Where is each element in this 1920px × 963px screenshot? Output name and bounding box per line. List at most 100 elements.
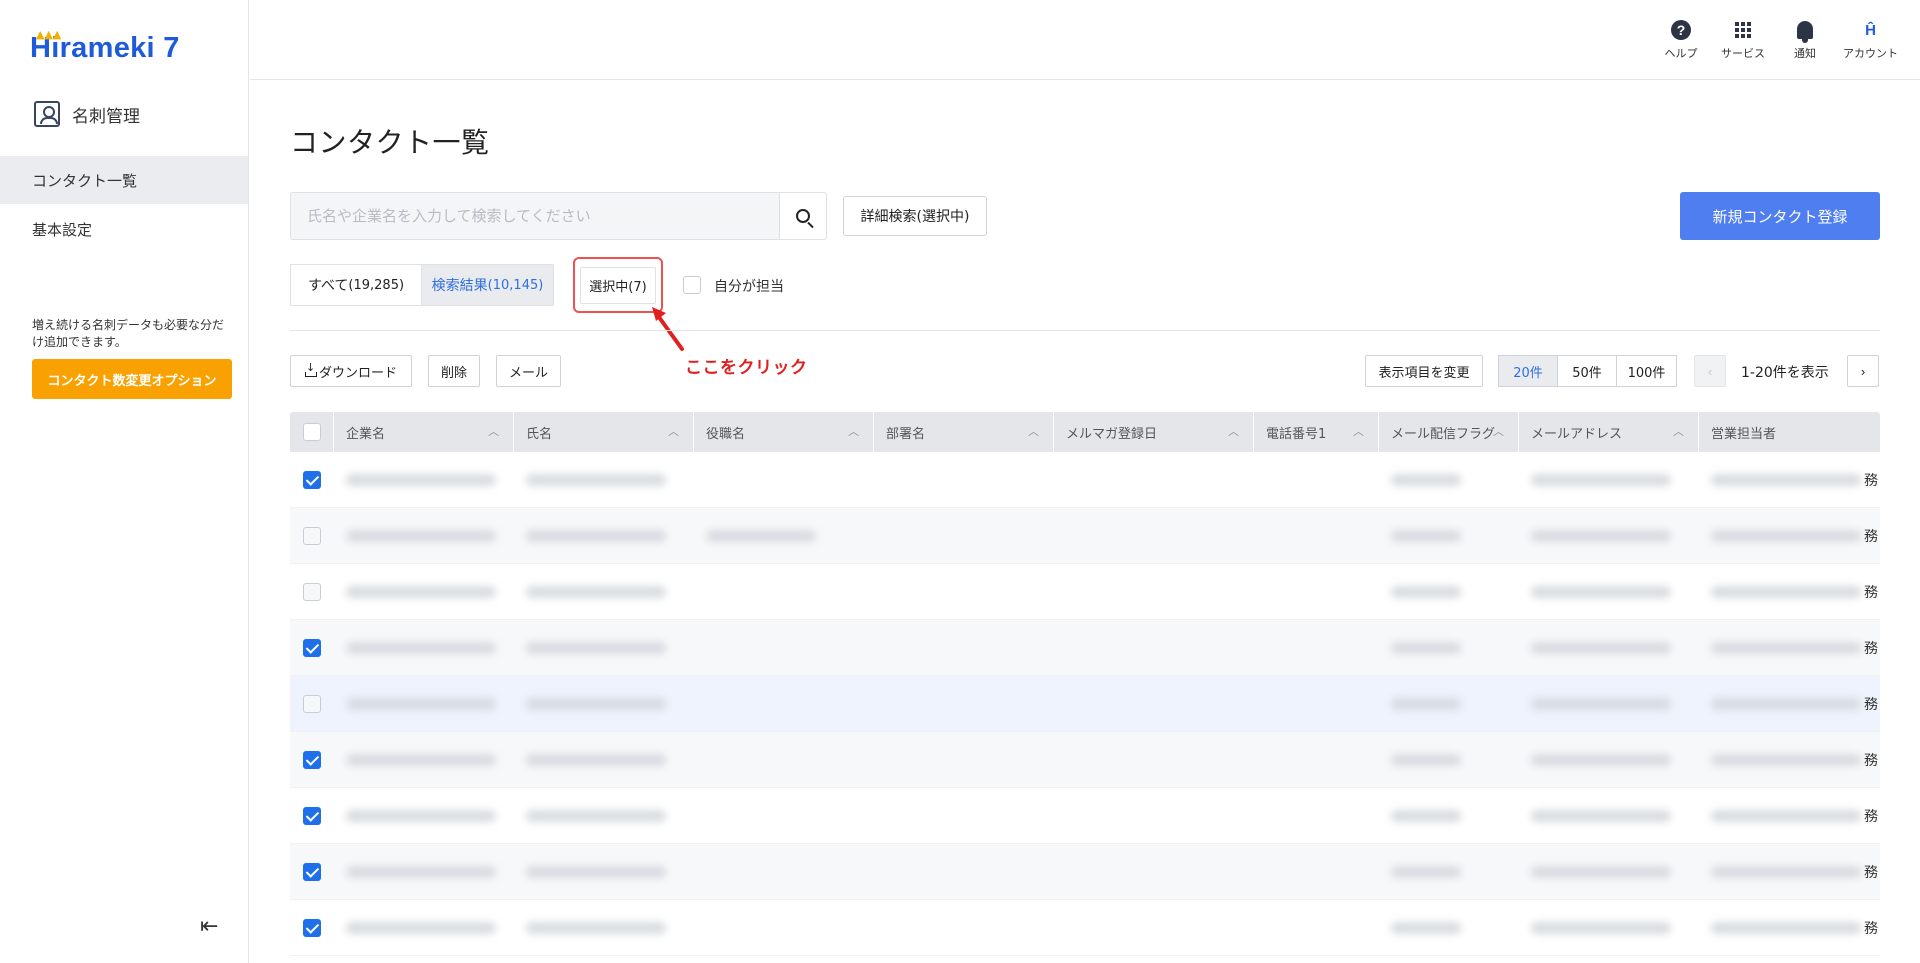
column-header-title[interactable]: 役職名 ︿ bbox=[694, 412, 874, 452]
blurred-cell bbox=[334, 732, 514, 788]
account-button[interactable]: Ĥ アカウント bbox=[1843, 18, 1898, 61]
table-row[interactable]: 務 bbox=[290, 620, 1880, 676]
table-row[interactable]: 務 bbox=[290, 732, 1880, 788]
blurred-cell bbox=[1054, 844, 1254, 900]
blurred-cell bbox=[874, 732, 1054, 788]
table-row[interactable]: 務 bbox=[290, 452, 1880, 508]
contact-option-button[interactable]: コンタクト数変更オプション bbox=[32, 359, 232, 399]
mail-button[interactable]: メール bbox=[496, 355, 561, 387]
row-checkbox[interactable] bbox=[303, 582, 321, 601]
sort-icon: ︿ bbox=[1353, 425, 1364, 438]
column-header-mail-flag[interactable]: メール配信フラグ ︿ bbox=[1379, 412, 1519, 452]
table-row[interactable]: 務 bbox=[290, 676, 1880, 732]
select-all-checkbox[interactable] bbox=[302, 423, 321, 441]
filter-all-tab[interactable]: すべて (19,285) bbox=[290, 264, 422, 306]
column-header-phone[interactable]: 電話番号1 ︿ bbox=[1254, 412, 1379, 452]
sidebar-item-contacts[interactable]: コンタクト一覧 bbox=[0, 156, 248, 204]
blurred-cell bbox=[1254, 564, 1379, 620]
column-header-newsletter-date[interactable]: メルマガ登録日 ︿ bbox=[1054, 412, 1254, 452]
table-row[interactable]: 務 bbox=[290, 900, 1880, 956]
row-checkbox[interactable] bbox=[303, 694, 321, 713]
row-checkbox[interactable] bbox=[303, 862, 321, 881]
sidebar-item-settings[interactable]: 基本設定 bbox=[0, 205, 248, 253]
notifications-label: 通知 bbox=[1794, 47, 1816, 60]
table-row[interactable]: 務 bbox=[290, 564, 1880, 620]
blurred-cell bbox=[1054, 900, 1254, 956]
divider bbox=[290, 330, 1880, 331]
column-header-department[interactable]: 部署名 ︿ bbox=[874, 412, 1054, 452]
blurred-cell bbox=[694, 844, 874, 900]
collapse-left-icon[interactable]: ⇤ bbox=[200, 914, 218, 939]
blurred-cell bbox=[874, 452, 1054, 508]
advanced-search-button[interactable]: 詳細検索(選択中) bbox=[843, 196, 987, 236]
new-contact-button[interactable]: 新規コンタクト登録 bbox=[1680, 192, 1880, 240]
delete-button[interactable]: 削除 bbox=[428, 355, 480, 387]
sort-icon: ︿ bbox=[668, 425, 679, 438]
blurred-cell bbox=[1699, 676, 1869, 732]
blurred-cell bbox=[1254, 452, 1379, 508]
blurred-cell bbox=[874, 508, 1054, 564]
row-checkbox[interactable] bbox=[303, 526, 321, 545]
blurred-cell bbox=[1699, 620, 1869, 676]
next-page-button[interactable]: › bbox=[1847, 355, 1879, 387]
row-trailing-text: 務 bbox=[1864, 752, 1878, 769]
prev-page-button[interactable]: ‹ bbox=[1694, 355, 1726, 387]
selected-filter-button[interactable]: 選択中(7) bbox=[580, 267, 656, 304]
column-header-company[interactable]: 企業名 ︿ bbox=[334, 412, 514, 452]
blurred-cell bbox=[514, 788, 694, 844]
column-label: 企業名 bbox=[346, 426, 386, 442]
sort-icon: ︿ bbox=[1228, 425, 1239, 438]
services-button[interactable]: サービス bbox=[1719, 18, 1767, 61]
table-row[interactable]: 務 bbox=[290, 508, 1880, 564]
sidebar: ▲▲▲ Hirameki 7 名刺管理 コンタクト一覧 基本設定 増え続ける名刺… bbox=[0, 0, 249, 963]
help-icon: ? bbox=[1671, 20, 1691, 40]
blurred-cell bbox=[334, 788, 514, 844]
blurred-cell bbox=[874, 788, 1054, 844]
blurred-cell bbox=[1519, 844, 1699, 900]
table-row[interactable]: 務 bbox=[290, 788, 1880, 844]
blurred-cell bbox=[514, 676, 694, 732]
row-trailing-text: 務 bbox=[1864, 696, 1878, 713]
search-button[interactable] bbox=[779, 192, 827, 240]
row-checkbox[interactable] bbox=[303, 750, 321, 769]
blurred-cell bbox=[694, 788, 874, 844]
grid-icon bbox=[1735, 22, 1751, 38]
self-assigned-checkbox[interactable] bbox=[683, 276, 701, 294]
table-row[interactable]: 務 bbox=[290, 844, 1880, 900]
business-card-icon bbox=[34, 101, 60, 127]
blurred-cell bbox=[1254, 844, 1379, 900]
row-checkbox[interactable] bbox=[303, 918, 321, 937]
column-settings-button[interactable]: 表示項目を変更 bbox=[1365, 355, 1483, 387]
column-header-email[interactable]: メールアドレス ︿ bbox=[1519, 412, 1699, 452]
blurred-cell bbox=[334, 452, 514, 508]
download-label: ダウンロード bbox=[318, 365, 397, 381]
sort-icon: ︿ bbox=[1028, 425, 1039, 438]
blurred-cell bbox=[1699, 564, 1869, 620]
download-button[interactable]: ダウンロード bbox=[290, 355, 412, 387]
help-button[interactable]: ? ヘルプ bbox=[1657, 18, 1705, 61]
help-label: ヘルプ bbox=[1664, 47, 1698, 60]
row-checkbox-cell bbox=[290, 526, 334, 545]
search-input[interactable] bbox=[290, 192, 780, 240]
blurred-cell bbox=[1379, 452, 1519, 508]
contacts-table: 企業名 ︿ 氏名 ︿ 役職名 ︿ 部署名 ︿ メルマガ登録日 ︿ 電話番号1 ︿ メール配信… bbox=[290, 412, 1880, 956]
per-page-100[interactable]: 100件 bbox=[1616, 355, 1677, 387]
column-header-sales-rep[interactable]: 営業担当者 bbox=[1699, 412, 1880, 452]
logo[interactable]: ▲▲▲ Hirameki 7 bbox=[30, 28, 180, 66]
self-assigned-label: 自分が担当 bbox=[714, 279, 784, 295]
blurred-cell bbox=[1699, 732, 1869, 788]
column-header-name[interactable]: 氏名 ︿ bbox=[514, 412, 694, 452]
bell-icon bbox=[1797, 21, 1813, 43]
blurred-cell bbox=[1379, 620, 1519, 676]
row-checkbox[interactable] bbox=[303, 638, 321, 657]
filter-results-tab[interactable]: 検索結果 (10,145) bbox=[421, 264, 554, 306]
row-checkbox[interactable] bbox=[303, 470, 321, 489]
filter-results-count: (10,145) bbox=[487, 277, 544, 293]
row-checkbox[interactable] bbox=[303, 806, 321, 825]
blurred-cell bbox=[1379, 844, 1519, 900]
per-page-50[interactable]: 50件 bbox=[1557, 355, 1617, 387]
blurred-cell bbox=[694, 508, 874, 564]
column-label: メールアドレス bbox=[1531, 426, 1623, 442]
notifications-button[interactable]: 通知 bbox=[1781, 18, 1829, 61]
per-page-20[interactable]: 20件 bbox=[1498, 355, 1558, 387]
